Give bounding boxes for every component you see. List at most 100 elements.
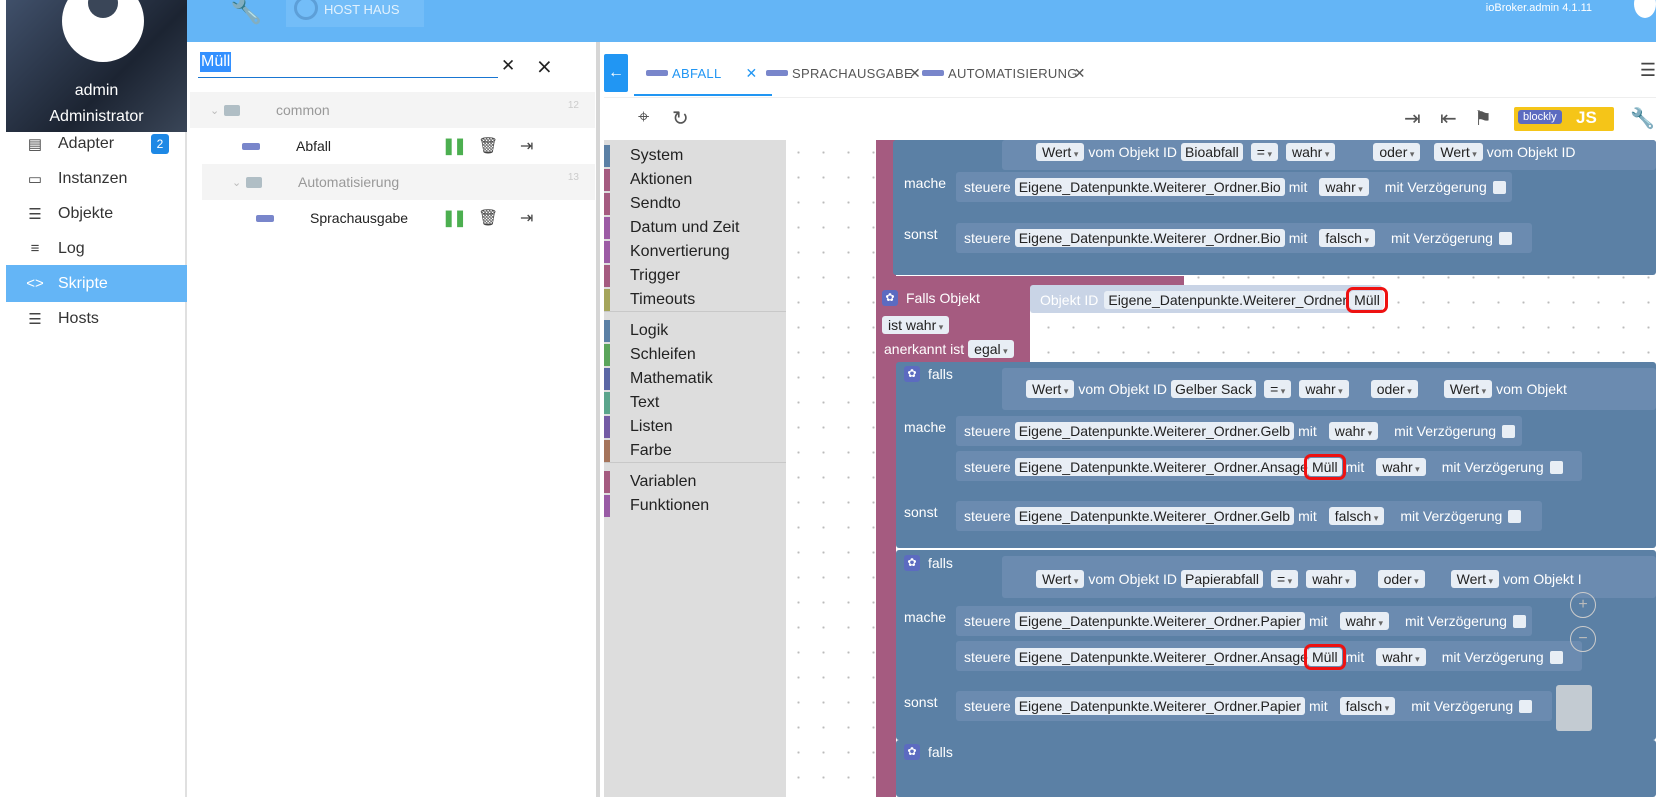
object-id-field[interactable]: Eigene_Datenpunkte.Weiterer_Ordner.Gelb xyxy=(1014,507,1295,525)
close-icon[interactable]: ✕ xyxy=(746,65,758,82)
if-block[interactable] xyxy=(896,740,1656,797)
toolbox-category[interactable]: Konvertierung xyxy=(604,241,730,263)
value-dropdown[interactable]: Wert xyxy=(1036,570,1085,588)
value-dropdown[interactable]: falsch xyxy=(1339,697,1396,715)
value-dropdown[interactable]: falsch xyxy=(1328,507,1385,525)
toolbox-category[interactable]: Funktionen xyxy=(604,495,709,517)
toolbox-category[interactable]: Sendto xyxy=(604,193,681,215)
folder-automatisierung[interactable]: ⌄ Automatisierung 13 xyxy=(202,164,595,200)
value-dropdown[interactable]: wahr xyxy=(1376,458,1426,476)
object-id-field[interactable]: Eigene_Datenpunkte.Weiterer_Ordner.Ansag… xyxy=(1014,458,1308,476)
delay-checkbox[interactable] xyxy=(1492,180,1506,194)
zoom-out-icon[interactable]: − xyxy=(1570,626,1596,652)
gear-icon[interactable]: ✿ xyxy=(882,290,898,306)
wrench-icon[interactable]: 🔧 xyxy=(1630,106,1655,131)
condition-dropdown[interactable]: ist wahr xyxy=(882,316,950,334)
object-id-field[interactable]: Eigene_Datenpunkte.Weiterer_Ordner.Gelb xyxy=(1014,422,1295,440)
trash-can-icon[interactable] xyxy=(1556,685,1592,731)
import-icon[interactable]: ⇤ xyxy=(1440,106,1457,131)
toolbox-category[interactable]: Schleifen xyxy=(604,344,696,366)
toolbox-category[interactable]: Timeouts xyxy=(604,289,695,311)
clear-icon[interactable]: ✕ xyxy=(501,56,515,76)
delay-checkbox[interactable] xyxy=(1512,614,1526,628)
zoom-in-icon[interactable]: + xyxy=(1570,592,1596,618)
object-id-field[interactable]: Eigene_Datenpunkte.Weiterer_Ordner.Bio xyxy=(1014,229,1285,247)
value-dropdown[interactable]: wahr xyxy=(1328,422,1379,440)
blockly-workspace[interactable]: Wert vom Objekt ID Bioabfall = wahr oder… xyxy=(786,140,1656,797)
delay-checkbox[interactable] xyxy=(1519,699,1533,713)
value-dropdown[interactable]: Wert xyxy=(1026,380,1075,398)
value-dropdown[interactable]: wahr xyxy=(1285,143,1336,161)
sidebar-item-instanzen[interactable]: ▭ Instanzen xyxy=(6,160,187,197)
gear-icon[interactable]: ✿ xyxy=(904,555,920,571)
toolbox-category[interactable]: Aktionen xyxy=(604,169,692,191)
operator-dropdown[interactable]: = xyxy=(1250,143,1278,161)
delay-checkbox[interactable] xyxy=(1502,424,1516,438)
operator-dropdown[interactable]: = xyxy=(1270,570,1299,588)
search-input[interactable] xyxy=(198,50,498,78)
value-dropdown[interactable]: wahr xyxy=(1376,648,1426,666)
export-icon[interactable]: ⇥ xyxy=(520,136,533,156)
debug-flag-icon[interactable]: ⚑ xyxy=(1474,106,1492,131)
ack-dropdown[interactable]: egal xyxy=(968,340,1014,358)
value-dropdown[interactable]: wahr xyxy=(1299,380,1349,398)
export-icon[interactable]: ⇥ xyxy=(1404,106,1421,131)
value-dropdown[interactable]: Wert xyxy=(1036,143,1085,161)
value-dropdown[interactable]: Wert xyxy=(1450,570,1499,588)
value-dropdown[interactable]: Wert xyxy=(1434,143,1483,161)
toolbox-category[interactable]: Listen xyxy=(604,416,673,438)
locate-icon[interactable]: ⌖ xyxy=(638,106,649,129)
script-item-sprachausgabe[interactable]: Sprachausgabe ❚❚ 🗑 ⇥ xyxy=(190,200,595,236)
sidebar-item-objekte[interactable]: ☰ Objekte xyxy=(6,195,187,232)
delay-checkbox[interactable] xyxy=(1508,509,1522,523)
object-id-field[interactable]: Eigene_Datenpunkte.Weiterer_Ordner.Ansag… xyxy=(1014,648,1308,666)
value-dropdown[interactable]: wahr xyxy=(1319,178,1369,196)
sidebar-item-skripte[interactable]: <> Skripte xyxy=(6,265,187,302)
pause-icon[interactable]: ❚❚ xyxy=(442,136,467,156)
sidebar-item-adapter[interactable]: ▤ Adapter 2 xyxy=(6,125,187,162)
value-dropdown[interactable]: wahr xyxy=(1306,570,1356,588)
toolbox-category[interactable]: Logik xyxy=(604,320,668,342)
toolbox-category[interactable]: Text xyxy=(604,392,659,414)
value-dropdown[interactable]: wahr xyxy=(1339,612,1390,630)
script-item-abfall[interactable]: Abfall ❚❚ 🗑 ⇥ xyxy=(190,128,595,164)
gear-icon[interactable]: ✿ xyxy=(904,366,920,382)
delete-icon[interactable]: 🗑 xyxy=(478,136,498,156)
tab-automatisierung[interactable]: AUTOMATISIERUNG ✕ xyxy=(922,60,1086,86)
logic-dropdown[interactable]: oder xyxy=(1377,570,1425,588)
value-dropdown[interactable]: Wert xyxy=(1443,380,1493,398)
refresh-icon[interactable]: ↻ xyxy=(672,106,689,131)
close-icon[interactable]: ✕ xyxy=(909,65,921,82)
object-id-field[interactable]: Eigene_Datenpunkte.Weiterer_Ordner.Bio xyxy=(1014,178,1285,196)
toolbox-category[interactable]: Variablen xyxy=(604,471,696,493)
object-id-field[interactable]: Gelber Sack xyxy=(1171,380,1257,398)
logic-dropdown[interactable]: oder xyxy=(1373,143,1421,161)
delete-icon[interactable]: 🗑 xyxy=(478,208,498,228)
menu-icon[interactable]: ☰ xyxy=(1640,60,1656,81)
logic-dropdown[interactable]: oder xyxy=(1370,380,1418,398)
blockly-to-js-button[interactable]: blockly JS xyxy=(1514,107,1614,131)
delay-checkbox[interactable] xyxy=(1498,231,1512,245)
tab-abfall[interactable]: ABFALL ✕ xyxy=(646,60,758,86)
object-id-field[interactable]: Papierabfall xyxy=(1181,570,1263,588)
delay-checkbox[interactable] xyxy=(1549,460,1563,474)
object-id-field[interactable]: Eigene_Datenpunkte.Weiterer_Ordner. xyxy=(1104,291,1351,309)
value-dropdown[interactable]: falsch xyxy=(1319,229,1375,247)
toolbox-category[interactable]: Trigger xyxy=(604,265,680,287)
toolbox-category[interactable]: System xyxy=(604,145,683,167)
collapse-list-button[interactable]: ← xyxy=(604,54,628,92)
folder-common[interactable]: ⌄ common 12 xyxy=(190,92,595,128)
toolbox-category[interactable]: Datum und Zeit xyxy=(604,217,739,239)
clear-filter-icon[interactable]: ⨯ xyxy=(536,54,553,79)
object-id-field[interactable]: Eigene_Datenpunkte.Weiterer_Ordner.Papie… xyxy=(1014,697,1305,715)
export-icon[interactable]: ⇥ xyxy=(520,208,533,228)
tab-sprachausgabe[interactable]: SPRACHAUSGABE ✕ xyxy=(766,60,921,86)
pause-icon[interactable]: ❚❚ xyxy=(442,208,467,228)
logo-icon[interactable] xyxy=(1634,0,1656,18)
host-selector[interactable]: HOST HAUS xyxy=(286,0,424,27)
sidebar-item-log[interactable]: ≡ Log xyxy=(6,230,187,267)
delay-checkbox[interactable] xyxy=(1549,650,1563,664)
operator-dropdown[interactable]: = xyxy=(1264,380,1292,398)
close-icon[interactable]: ✕ xyxy=(1074,65,1086,82)
wrench-icon[interactable]: 🔧 xyxy=(230,0,262,23)
